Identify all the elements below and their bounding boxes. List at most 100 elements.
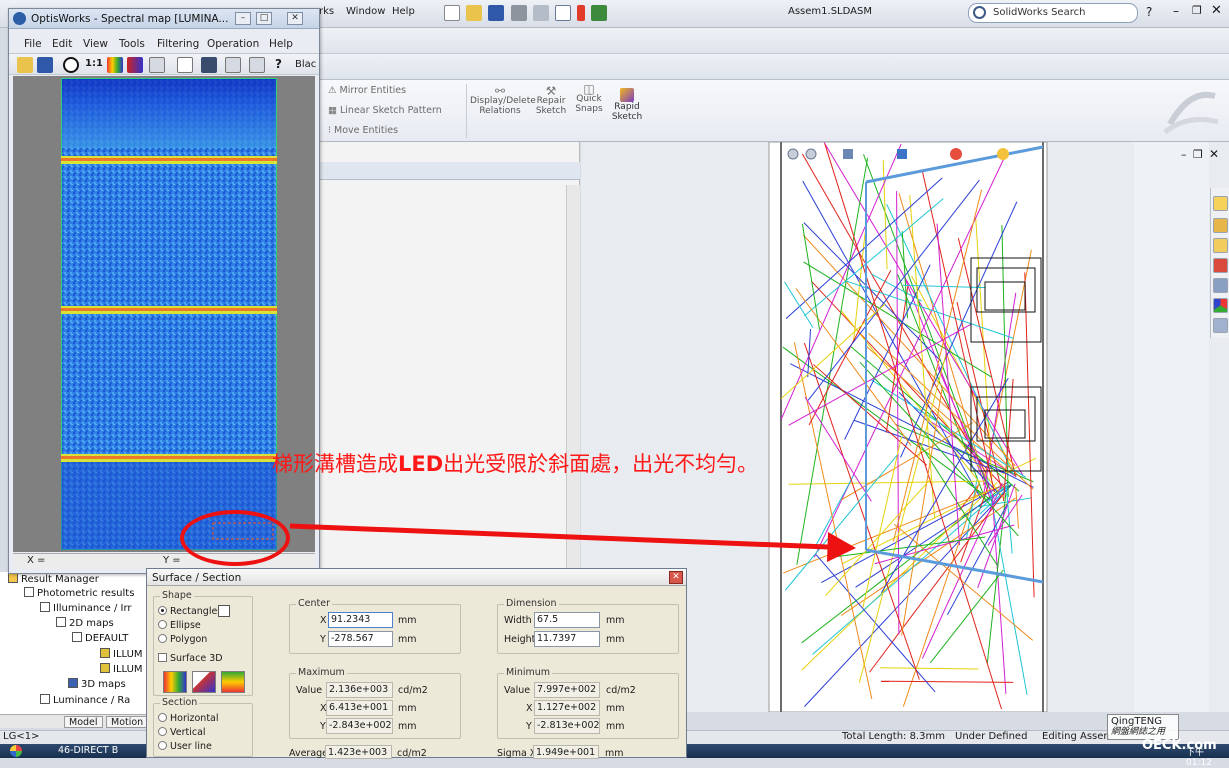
minimize-button[interactable]: – xyxy=(1173,4,1179,18)
close-button[interactable]: ✕ xyxy=(1211,3,1222,18)
tree-item-result-manager[interactable]: Result Manager xyxy=(8,573,99,585)
repair-sketch-label: Repair Sketch xyxy=(535,96,567,116)
report-icon[interactable] xyxy=(177,57,193,73)
rapid-sketch-button[interactable]: Rapid Sketch xyxy=(610,88,644,122)
optis-menu-file[interactable]: File xyxy=(24,38,42,50)
section-horizontal-radio[interactable]: Horizontal xyxy=(158,713,219,724)
optis-menu-tools[interactable]: Tools xyxy=(119,38,145,50)
shape-rectangle-radio[interactable]: Rectangle xyxy=(158,606,217,617)
max-y-label: Y xyxy=(320,721,326,732)
tab-motion[interactable]: Motion xyxy=(106,716,149,728)
black-background-button[interactable]: Blac xyxy=(295,59,316,70)
surface-3d-checkbox[interactable]: Surface 3D xyxy=(158,653,223,664)
shape-ellipse-radio[interactable]: Ellipse xyxy=(158,620,201,631)
average-label: Average xyxy=(289,748,329,759)
optis-menu-help[interactable]: Help xyxy=(269,38,293,50)
traffic-light-icon[interactable] xyxy=(577,5,586,21)
custom-properties-icon[interactable] xyxy=(1213,318,1228,333)
optis-maximize-button[interactable]: □ xyxy=(256,12,272,25)
design-library-icon[interactable] xyxy=(1213,218,1228,233)
view-palette-icon[interactable] xyxy=(1213,258,1228,273)
panel-scrollbar[interactable] xyxy=(566,185,580,575)
menu-tools-partial[interactable]: rks xyxy=(319,6,334,17)
optis-menu-edit[interactable]: Edit xyxy=(52,38,72,50)
watermark-box: QingTENG 網盤網誌之用 xyxy=(1107,714,1179,740)
tree-item-default[interactable]: DEFAULT xyxy=(72,632,128,644)
tab-model[interactable]: Model xyxy=(64,716,103,728)
dialog-close-button[interactable]: ✕ xyxy=(669,571,683,584)
home-icon[interactable] xyxy=(1213,196,1228,211)
palette-icon[interactable] xyxy=(107,57,123,73)
undo-icon[interactable] xyxy=(532,5,549,21)
viewport-minimize-button[interactable]: – xyxy=(1181,148,1187,161)
save-icon[interactable] xyxy=(488,5,505,21)
tree-item-photometric-results[interactable]: Photometric results xyxy=(24,587,134,599)
solidworks-search-box[interactable]: SolidWorks Search xyxy=(968,3,1138,23)
quick-snaps-button[interactable]: ◫ Quick Snaps xyxy=(572,83,606,114)
tree-item-illum-1[interactable]: ILLUM xyxy=(100,648,143,660)
filter-icon[interactable] xyxy=(249,57,265,73)
section-vertical-radio[interactable]: Vertical xyxy=(158,727,206,738)
optis-menu-operation[interactable]: Operation xyxy=(207,38,259,50)
width-input[interactable]: 67.5 xyxy=(534,612,600,628)
linear-sketch-pattern-command[interactable]: ▦ Linear Sketch Pattern xyxy=(328,105,442,116)
palette-3-button[interactable] xyxy=(221,671,245,693)
restore-button[interactable]: ❐ xyxy=(1192,4,1202,17)
taskbar-item[interactable]: 46-DIRECT B xyxy=(58,745,118,756)
minimum-group: Minimum Value 7.997e+002 cd/m2 X 1.127e+… xyxy=(497,667,679,739)
tree-item-luminance[interactable]: Luminance / Ra xyxy=(40,694,130,706)
result-manager-icon xyxy=(8,573,18,583)
help-icon[interactable]: ? xyxy=(275,57,282,71)
palette-2-button[interactable] xyxy=(192,671,216,693)
rectangle-select-icon[interactable] xyxy=(218,605,230,617)
viewport-restore-button[interactable]: ❐ xyxy=(1193,148,1203,161)
export-icon[interactable] xyxy=(201,57,217,73)
viewport-close-button[interactable]: ✕ xyxy=(1209,147,1219,161)
tree-item-2d-maps[interactable]: 2D maps xyxy=(56,617,114,629)
section-icon[interactable] xyxy=(225,57,241,73)
spectral-map-image[interactable] xyxy=(61,78,277,550)
optis-menu-view[interactable]: View xyxy=(83,38,108,50)
zoom-icon[interactable] xyxy=(63,57,79,73)
repair-sketch-button[interactable]: ⚒ Repair Sketch xyxy=(534,85,568,116)
grid-icon[interactable] xyxy=(149,57,165,73)
open-folder-icon[interactable] xyxy=(466,5,483,21)
save-icon[interactable] xyxy=(37,57,53,73)
options-icon[interactable] xyxy=(591,5,608,21)
new-document-icon[interactable] xyxy=(444,5,460,21)
optis-toolbar: 1:1 ? Blac xyxy=(9,53,319,75)
optis-menu-filtering[interactable]: Filtering xyxy=(157,38,199,50)
start-button-icon[interactable] xyxy=(10,745,22,757)
print-icon[interactable] xyxy=(510,5,527,21)
optis-close-button[interactable]: ✕ xyxy=(287,12,303,25)
color-wheel-icon[interactable] xyxy=(1213,298,1228,313)
zoom-one-to-one-button[interactable]: 1:1 xyxy=(85,58,103,69)
appearances-icon[interactable] xyxy=(1213,278,1228,293)
optis-minimize-button[interactable]: – xyxy=(235,12,251,25)
shape-polygon-radio[interactable]: Polygon xyxy=(158,634,207,645)
move-entities-command[interactable]: ⁝ Move Entities xyxy=(328,125,398,136)
menu-help[interactable]: Help xyxy=(392,6,415,17)
radio-indicator xyxy=(158,606,167,615)
center-x-input[interactable]: 91.2343 xyxy=(328,612,393,628)
help-icon[interactable]: ? xyxy=(1146,5,1152,19)
select-pointer-icon[interactable] xyxy=(554,5,571,21)
file-explorer-icon[interactable] xyxy=(1213,238,1228,253)
tree-item-illum-2[interactable]: ILLUM xyxy=(100,663,143,675)
annotation-led: LED xyxy=(398,452,444,476)
spectral-map-area[interactable] xyxy=(13,76,315,552)
mirror-entities-command[interactable]: ⚠ Mirror Entities xyxy=(328,85,406,96)
section-user-line-radio[interactable]: User line xyxy=(158,741,212,752)
menu-window[interactable]: Window xyxy=(346,6,385,17)
open-icon[interactable] xyxy=(17,57,33,73)
tree-item-illuminance[interactable]: Illuminance / Irr xyxy=(40,602,132,614)
annotation-part-2: 出光受限於斜面處，出光不均勻。 xyxy=(443,452,759,476)
center-y-input[interactable]: -278.567 xyxy=(328,631,393,647)
display-delete-relations-button[interactable]: ⚯ Display/Delete Relations xyxy=(470,85,536,116)
height-input[interactable]: 11.7397 xyxy=(534,631,600,647)
tree-item-3d-maps[interactable]: 3D maps xyxy=(68,678,126,690)
maximum-group: Maximum Value 2.136e+003 cd/m2 X 6.413e+… xyxy=(289,667,461,739)
palette-1-button[interactable] xyxy=(163,671,187,693)
max-value-label: Value xyxy=(296,685,323,696)
rainbow-icon[interactable] xyxy=(127,57,143,73)
